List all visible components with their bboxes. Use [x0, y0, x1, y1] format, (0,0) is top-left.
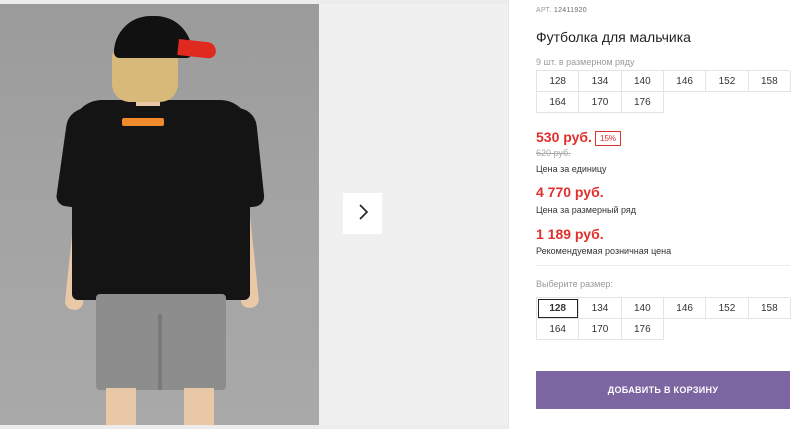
size-row-cell: 158 [748, 71, 791, 92]
article-number: 12411920 [553, 7, 587, 14]
size-option[interactable]: 158 [748, 298, 791, 319]
size-row-cell: 164 [537, 92, 580, 113]
discount-badge: 15% [595, 131, 622, 146]
gallery-next-button[interactable] [343, 193, 382, 234]
size-selector: 128 134 140 146 152 158 164 170 176 [536, 297, 791, 340]
size-option[interactable]: 146 [663, 298, 707, 319]
column-divider [508, 0, 509, 429]
size-option[interactable]: 170 [579, 319, 622, 340]
section-divider [536, 265, 790, 266]
retail-price: 1 189 руб. [536, 226, 604, 242]
old-price: 620 руб. [536, 148, 571, 158]
size-option-selected[interactable]: 128 [537, 298, 580, 319]
size-select-label: Выберите размер: [536, 279, 613, 289]
size-row-cell: 140 [621, 71, 664, 92]
size-option[interactable]: 140 [621, 298, 664, 319]
unit-price: 530 руб. [536, 129, 592, 145]
set-price: 4 770 руб. [536, 184, 604, 200]
size-option[interactable]: 176 [621, 319, 664, 340]
product-gallery [0, 0, 508, 429]
size-row-cell: 146 [663, 71, 707, 92]
unit-price-note: Цена за единицу [536, 164, 607, 174]
set-price-note: Цена за размерный ряд [536, 205, 637, 215]
size-row-cell: 128 [537, 71, 580, 92]
article-label: АРТ. [536, 7, 552, 14]
product-photo [0, 4, 319, 425]
tshirt-shape [72, 100, 250, 300]
size-row-cell: 170 [579, 92, 622, 113]
size-row-note: 9 шт. в размерном ряду [536, 57, 635, 67]
add-to-cart-button[interactable]: ДОБАВИТЬ В КОРЗИНУ [536, 371, 790, 409]
chevron-right-icon [357, 204, 369, 223]
size-option[interactable]: 152 [706, 298, 749, 319]
size-row-cell: 134 [579, 71, 622, 92]
size-row-cell: 152 [706, 71, 749, 92]
size-row-cell: 176 [621, 92, 664, 113]
tshirt-print [122, 118, 164, 126]
product-page: АРТ. 12411920 Футболка для мальчика 9 шт… [0, 0, 800, 429]
article-line: АРТ. 12411920 [536, 7, 587, 14]
size-row-grid: 128 134 140 146 152 158 164 170 176 [536, 70, 791, 113]
retail-price-note: Рекомендуемая розничная цена [536, 246, 672, 256]
product-title: Футболка для мальчика [536, 29, 691, 45]
size-option[interactable]: 134 [579, 298, 622, 319]
size-option[interactable]: 164 [537, 319, 580, 340]
